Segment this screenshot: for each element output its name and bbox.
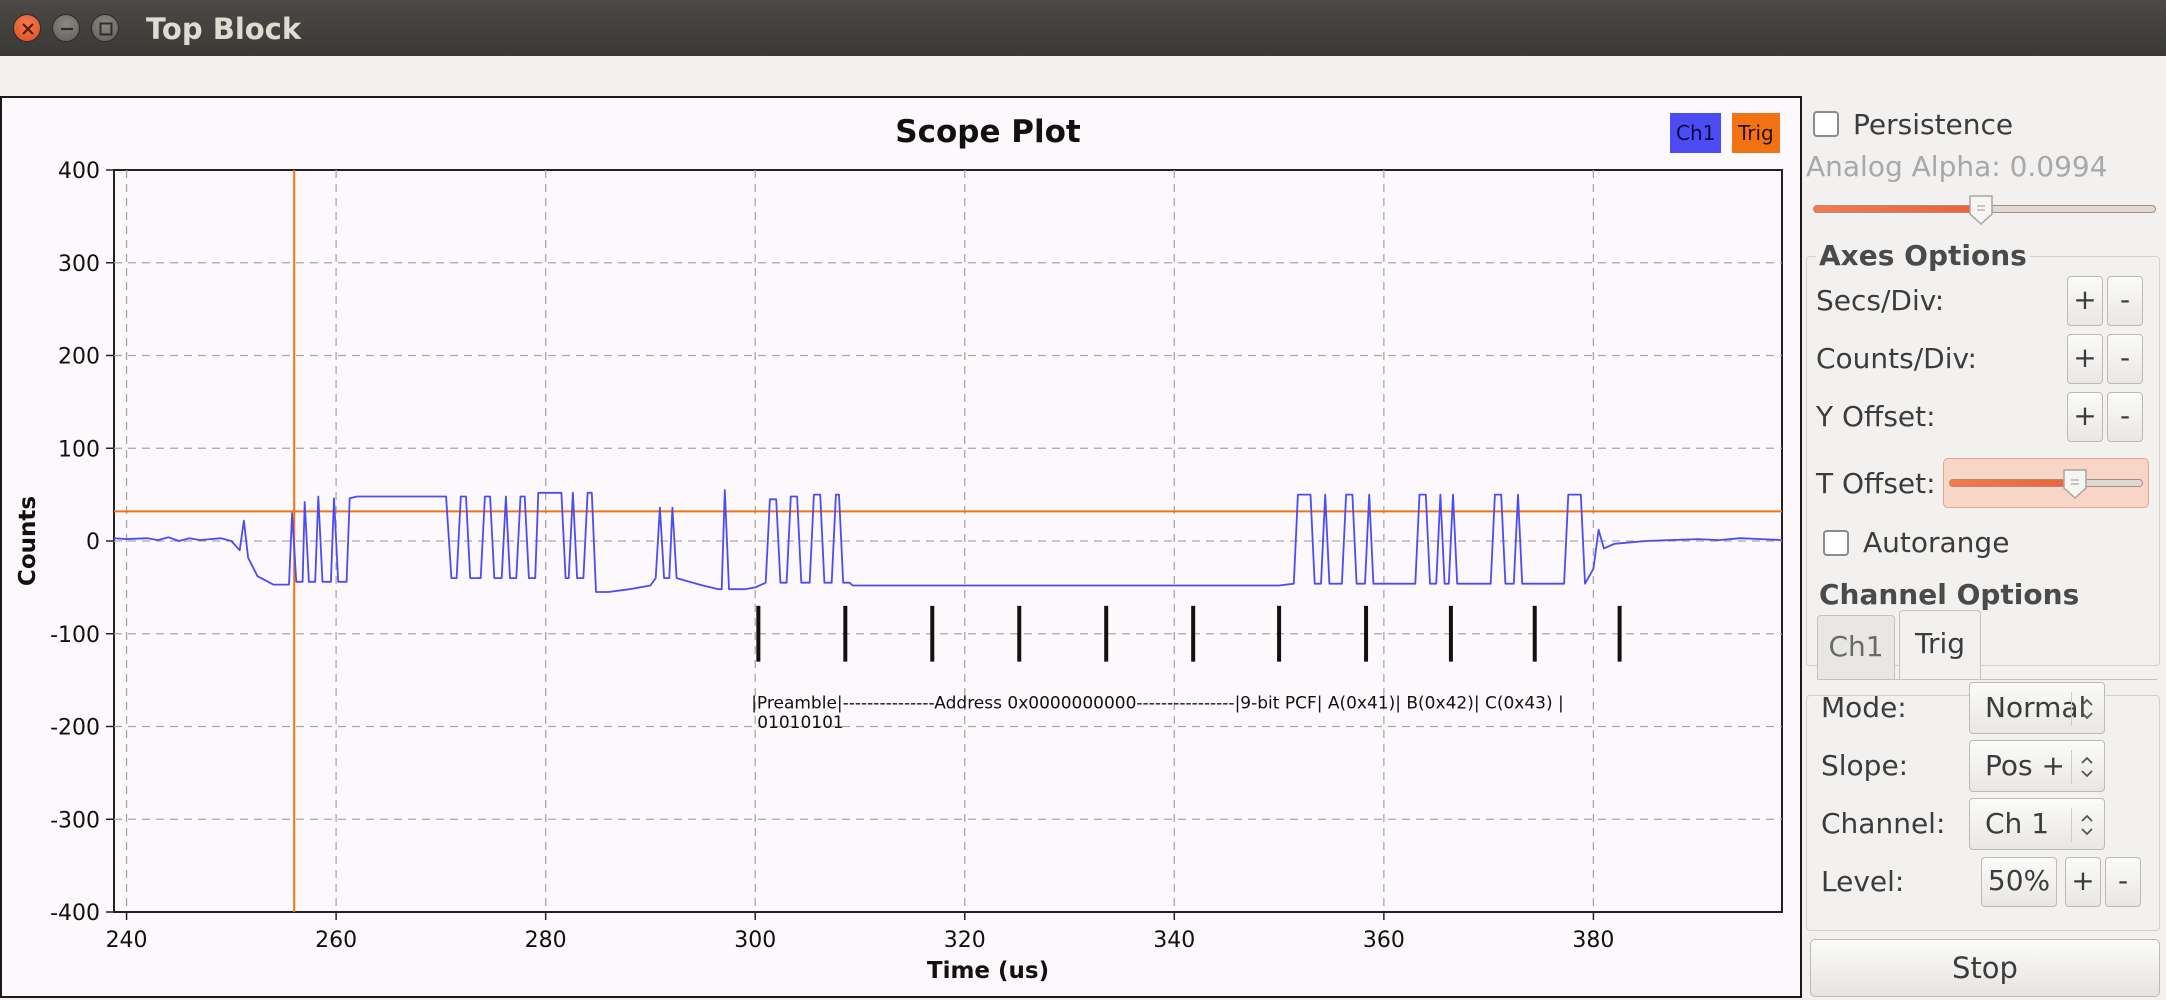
persistence-label: Persistence <box>1853 108 2014 141</box>
y-offset-plus-button[interactable]: + <box>2067 392 2103 442</box>
x-tick-label: 300 <box>734 928 776 953</box>
control-panel: Persistence Analog Alpha: 0.0994 Axes Op… <box>1803 96 2166 1000</box>
channel-select[interactable]: Ch 1 <box>1969 798 2105 850</box>
y-tick-label: 200 <box>58 345 100 370</box>
x-tick-label: 240 <box>106 928 148 953</box>
secs-div-minus-button[interactable]: - <box>2107 276 2143 326</box>
y-tick-label: 300 <box>58 252 100 277</box>
channel-label: Channel: <box>1821 807 1946 840</box>
persistence-checkbox[interactable] <box>1813 111 1839 137</box>
chart-title: Scope Plot <box>895 114 1081 150</box>
counts-div-minus-button[interactable]: - <box>2107 334 2143 384</box>
window-minimize-button[interactable] <box>52 14 80 42</box>
slope-label: Slope: <box>1821 749 1909 782</box>
counts-div-label: Counts/Div: <box>1816 342 1977 375</box>
y-tick-label: -100 <box>50 623 100 648</box>
t-offset-slider-handle[interactable] <box>2062 468 2088 500</box>
slope-select-separator <box>2071 750 2072 784</box>
minimize-icon <box>61 27 73 31</box>
level-minus-button[interactable]: - <box>2105 857 2141 907</box>
counts-div-plus-button[interactable]: + <box>2067 334 2103 384</box>
tab-trig[interactable]: Trig <box>1899 610 1981 680</box>
y-tick-label: 0 <box>86 530 100 555</box>
channel-select-separator <box>2071 808 2072 842</box>
level-label: Level: <box>1821 865 1905 898</box>
packet-annotation: |Preamble|---------------Address 0x00000… <box>751 694 1564 714</box>
x-tick-label: 260 <box>315 928 357 953</box>
mode-select-separator <box>2071 692 2072 726</box>
y-offset-minus-button[interactable]: - <box>2107 392 2143 442</box>
channel-options-title: Channel Options <box>1816 578 2083 611</box>
x-axis-label: Time (us) <box>927 958 1049 984</box>
axes-options-title: Axes Options <box>1816 239 2030 272</box>
slope-select-arrows-icon <box>2081 756 2093 778</box>
x-tick-label: 360 <box>1363 928 1405 953</box>
close-icon <box>22 23 34 35</box>
mode-select-arrows-icon <box>2081 698 2093 720</box>
autorange-label: Autorange <box>1863 526 2010 559</box>
legend-ch1[interactable]: Ch1 <box>1670 113 1722 153</box>
channel-value: Ch 1 <box>1985 807 2050 840</box>
t-offset-label: T Offset: <box>1816 467 1936 500</box>
slope-value: Pos + <box>1985 749 2065 782</box>
menu-band <box>0 56 2166 96</box>
window-maximize-button[interactable] <box>91 14 119 42</box>
autorange-checkbox[interactable] <box>1823 530 1849 556</box>
maximize-icon <box>99 22 113 36</box>
secs-div-plus-button[interactable]: + <box>2067 276 2103 326</box>
level-plus-button[interactable]: + <box>2065 857 2101 907</box>
tab-ch1[interactable]: Ch1 <box>1817 615 1895 679</box>
window-title: Top Block <box>146 12 302 46</box>
y-tick-label: 400 <box>58 159 100 184</box>
y-offset-label: Y Offset: <box>1816 400 1936 433</box>
scope-plot-frame[interactable]: 240 260 280 300 320 340 360 380 400 300 200 100 0 -10… <box>0 96 1802 998</box>
stop-button[interactable]: Stop <box>1810 939 2160 997</box>
preamble-bits-annotation: 01010101 <box>757 713 844 733</box>
analog-alpha-slider-handle[interactable] <box>1968 194 1994 226</box>
window-close-button[interactable] <box>13 14 41 42</box>
y-tick-label: -300 <box>50 808 100 833</box>
legend-trig[interactable]: Trig <box>1732 113 1780 153</box>
slope-select[interactable]: Pos + <box>1969 740 2105 792</box>
y-tick-label: -400 <box>50 901 100 926</box>
mode-label: Mode: <box>1821 691 1907 724</box>
level-value-button[interactable]: 50% <box>1981 857 2057 907</box>
channel-select-arrows-icon <box>2081 814 2093 836</box>
x-tick-label: 380 <box>1572 928 1614 953</box>
y-tick-label: 100 <box>58 437 100 462</box>
mode-select[interactable]: Normal <box>1969 682 2105 734</box>
analog-alpha-label: Analog Alpha: 0.0994 <box>1806 150 2108 183</box>
y-tick-label: -200 <box>50 716 100 741</box>
scope-plot[interactable]: 240 260 280 300 320 340 360 380 400 300 200 100 0 -10… <box>2 98 1800 996</box>
tab-bar-underline <box>1817 679 2157 680</box>
x-tick-label: 320 <box>944 928 986 953</box>
x-tick-label: 340 <box>1153 928 1195 953</box>
secs-div-label: Secs/Div: <box>1816 284 1945 317</box>
x-tick-label: 280 <box>525 928 567 953</box>
t-offset-slider[interactable] <box>1949 479 2143 487</box>
y-axis-label: Counts <box>15 496 41 586</box>
window-titlebar: Top Block <box>0 0 2166 56</box>
